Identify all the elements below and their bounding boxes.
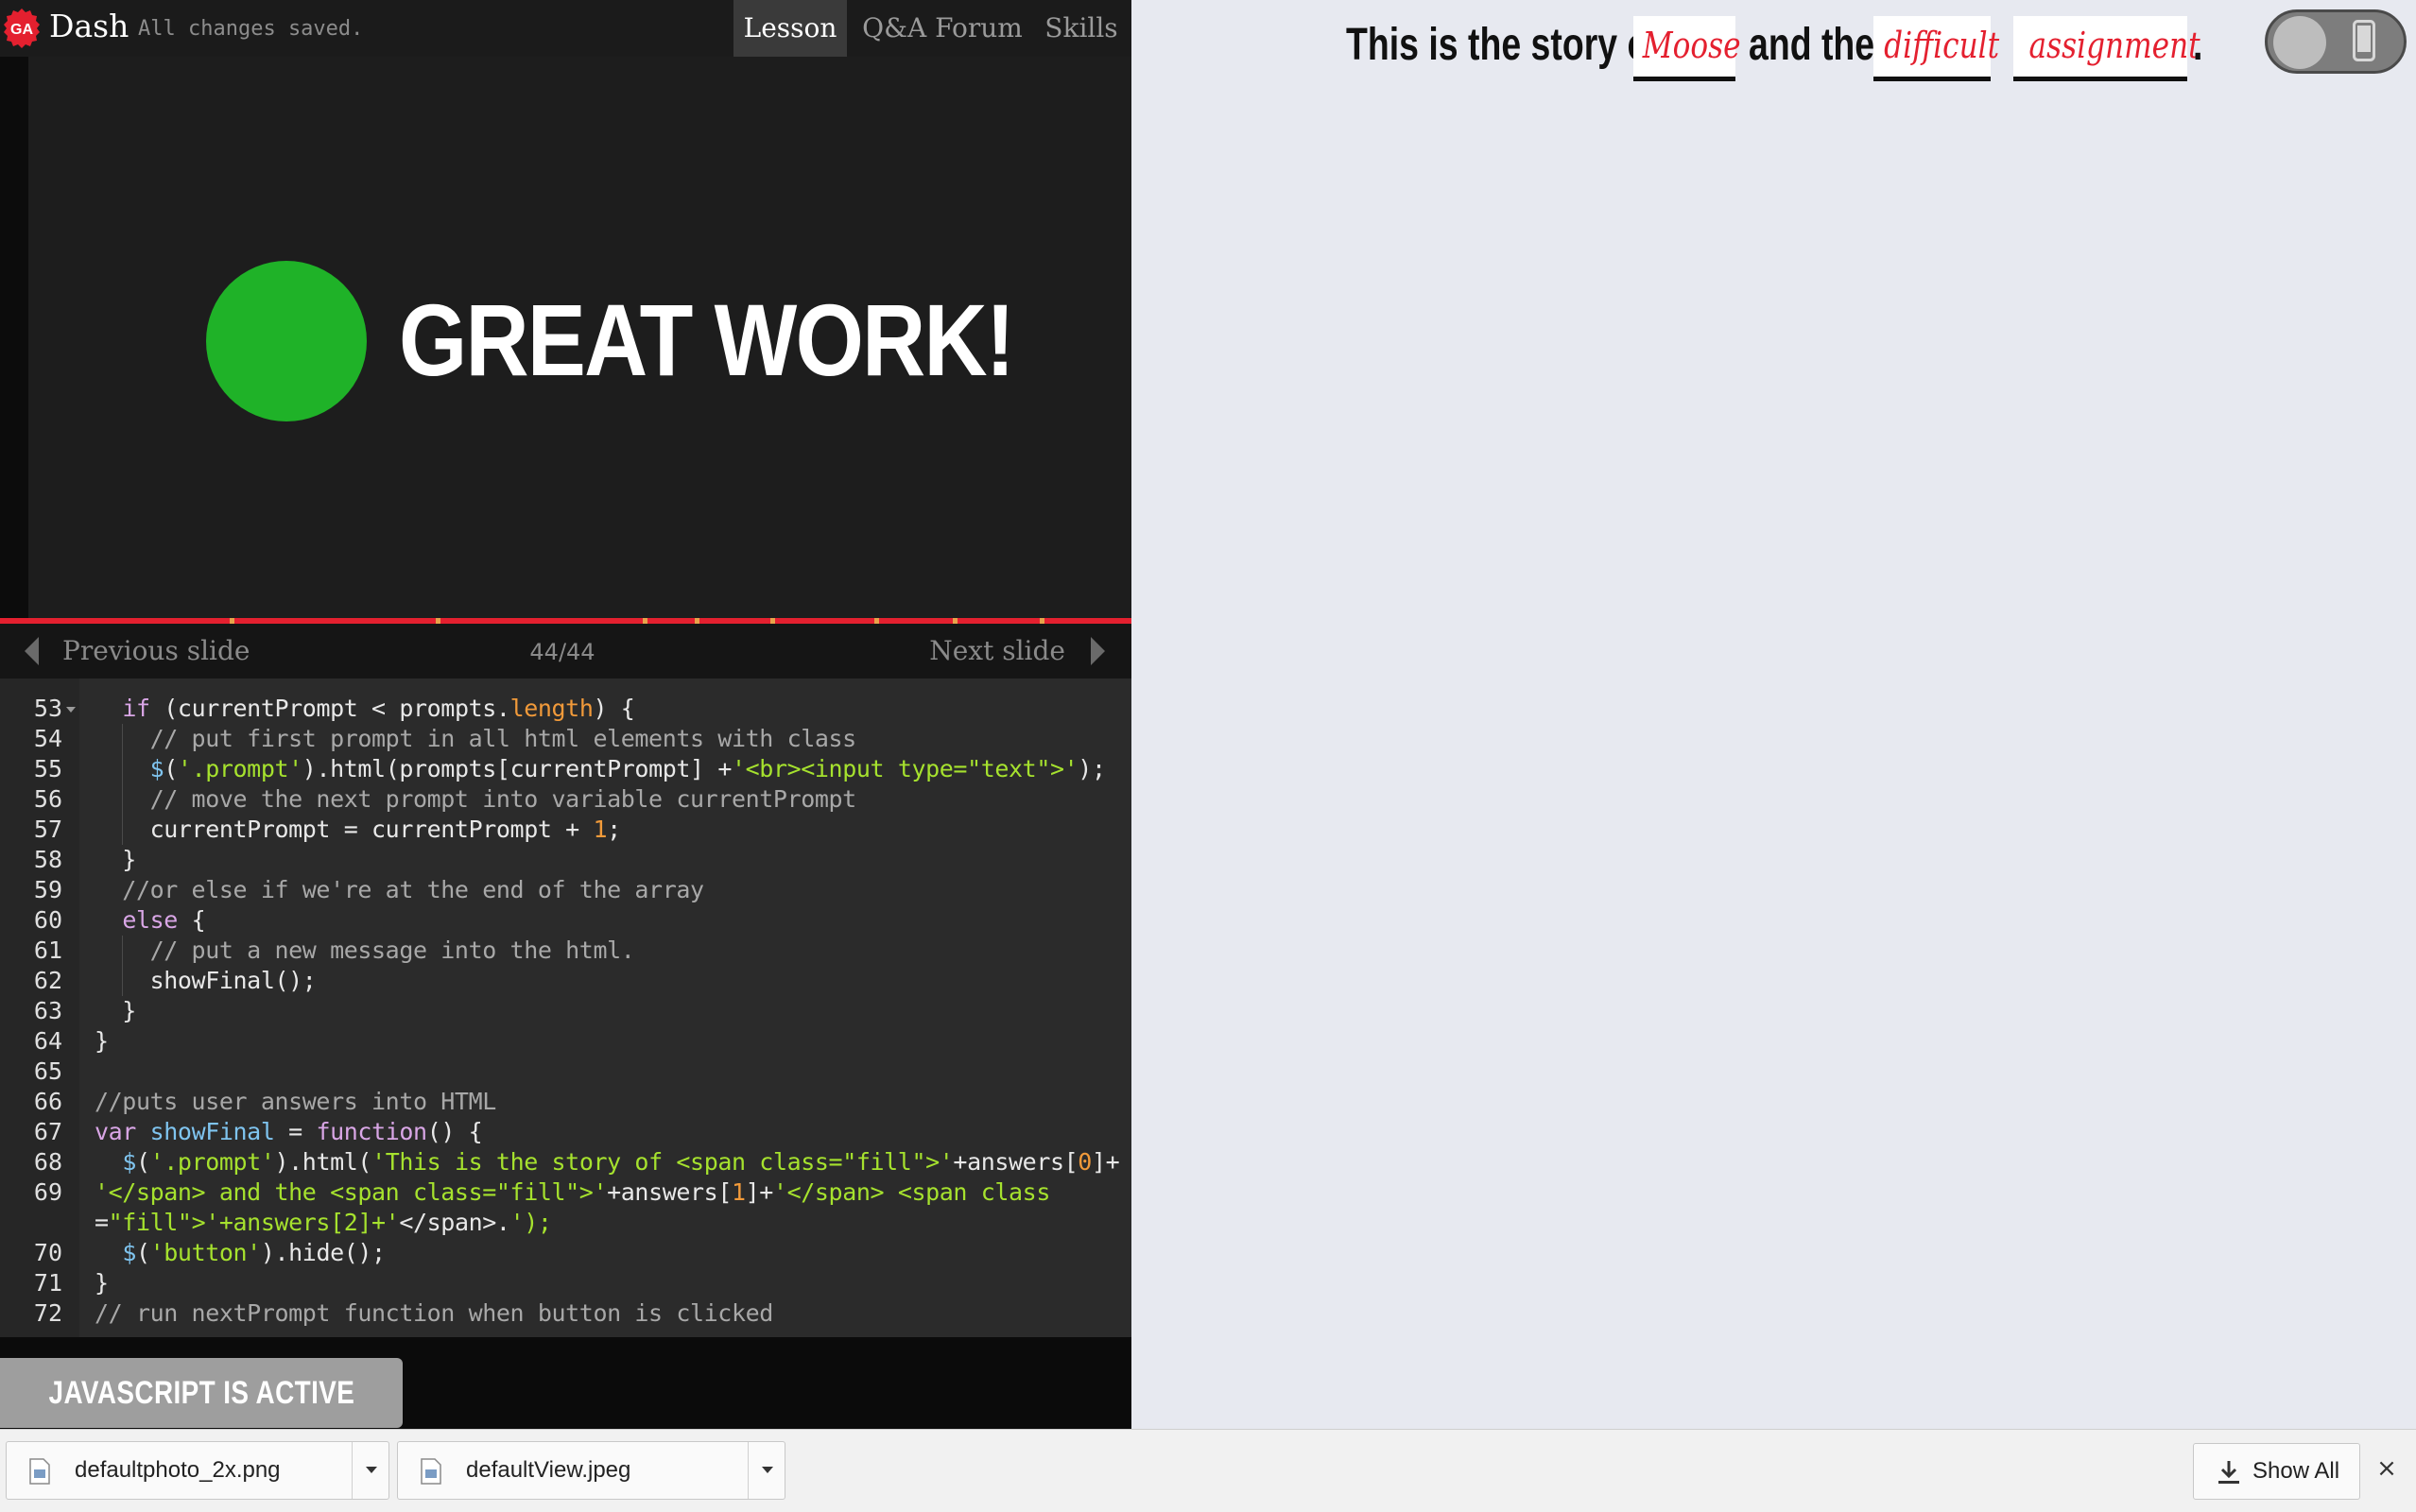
- separator: [748, 1442, 749, 1499]
- line-number: 71: [33, 1269, 62, 1297]
- indent-guide: [122, 724, 123, 845]
- fold-arrow-icon[interactable]: [66, 707, 76, 713]
- file-icon: [421, 1458, 441, 1485]
- code-line[interactable]: }: [95, 1268, 109, 1298]
- download-icon: [2218, 1461, 2239, 1484]
- line-number: 72: [33, 1299, 62, 1327]
- code-line[interactable]: $('.prompt').html(prompts[currentPrompt]…: [95, 754, 1106, 784]
- download-filename: defaultphoto_2x.png: [75, 1457, 281, 1483]
- code-line[interactable]: //or else if we're at the end of the arr…: [95, 875, 704, 905]
- mobile-view-toggle[interactable]: [2265, 9, 2407, 74]
- prev-arrow-icon[interactable]: [25, 637, 39, 665]
- toggle-knob: [2273, 16, 2326, 69]
- story-fill: Moose: [1633, 16, 1741, 81]
- line-number: 55: [33, 755, 62, 782]
- line-number: 56: [33, 785, 62, 813]
- close-icon[interactable]: ×: [2373, 1454, 2401, 1483]
- show-all-button[interactable]: Show All: [2193, 1443, 2360, 1500]
- download-item[interactable]: defaultphoto_2x.png: [6, 1441, 389, 1500]
- code-line[interactable]: showFinal();: [95, 966, 317, 996]
- code-line[interactable]: $('.prompt').html('This is the story of …: [95, 1147, 1119, 1177]
- chevron-down-icon[interactable]: [762, 1467, 773, 1473]
- line-number: 53: [33, 695, 62, 722]
- javascript-active-label: JAVASCRIPT IS ACTIVE: [48, 1375, 354, 1411]
- code-line[interactable]: // put first prompt in all html elements…: [95, 724, 857, 754]
- code-line[interactable]: // put a new message into the html.: [95, 936, 635, 966]
- line-number: 58: [33, 846, 62, 873]
- slide-headline: GREAT WORK!: [399, 283, 1015, 397]
- javascript-active-button[interactable]: JAVASCRIPT IS ACTIVE: [0, 1358, 403, 1428]
- line-number: 54: [33, 725, 62, 752]
- story-answer: difficult: [1884, 25, 2000, 66]
- code-line[interactable]: // run nextPrompt function when button i…: [95, 1298, 773, 1329]
- next-arrow-icon[interactable]: [1091, 637, 1105, 665]
- line-number: 60: [33, 906, 62, 934]
- story-answer: Moose: [1642, 25, 1741, 66]
- slide-counter: 44/44: [529, 639, 595, 665]
- line-number: 63: [33, 997, 62, 1024]
- story-fill: difficult: [1873, 16, 2000, 81]
- code-editor[interactable]: 53 54 55 56 57 58 59 60 61 62 63 64 65 66 67 68 69 70 71 72…: [0, 679, 1131, 1337]
- line-number: 69: [33, 1178, 62, 1206]
- line-number: 66: [33, 1088, 62, 1115]
- slide-navigation: Previous slide 44/44 Next slide: [0, 624, 1131, 679]
- lesson-panel: GA Dash All changes saved. Lesson Q&A Fo…: [0, 0, 1131, 1429]
- save-status: All changes saved.: [138, 17, 364, 41]
- line-number: 57: [33, 816, 62, 843]
- code-line[interactable]: ="fill">'+answers[2]+'</span>.');: [95, 1208, 552, 1238]
- line-number: 68: [33, 1148, 62, 1176]
- code-line[interactable]: //puts user answers into HTML: [95, 1087, 496, 1117]
- app-name: Dash: [49, 8, 129, 44]
- line-number: 61: [33, 936, 62, 964]
- line-number: 59: [33, 876, 62, 903]
- line-number: 62: [33, 967, 62, 994]
- code-line[interactable]: }: [95, 1026, 109, 1057]
- show-all-label: Show All: [2252, 1458, 2340, 1484]
- tab-skills[interactable]: Skills: [1038, 0, 1125, 57]
- slide-viewer: GREAT WORK!: [28, 57, 1131, 618]
- tab-qa-forum[interactable]: Q&A Forum: [856, 0, 1028, 57]
- code-line[interactable]: var showFinal = function() {: [95, 1117, 483, 1147]
- download-bar: defaultphoto_2x.png defaultView.jpeg Sho…: [0, 1429, 2416, 1512]
- story-text: and the: [1749, 20, 1875, 70]
- line-number: 67: [33, 1118, 62, 1145]
- code-line[interactable]: currentPrompt = currentPrompt + 1;: [95, 815, 622, 845]
- code-line[interactable]: }: [95, 845, 136, 875]
- previous-slide-button[interactable]: Previous slide: [62, 633, 250, 669]
- code-line[interactable]: '</span> and the <span class="fill">'+an…: [95, 1177, 1050, 1208]
- code-line[interactable]: $('button').hide();: [95, 1238, 386, 1268]
- phone-icon: [2353, 20, 2375, 61]
- line-number: 64: [33, 1027, 62, 1055]
- next-slide-button[interactable]: Next slide: [929, 633, 1065, 669]
- code-line[interactable]: }: [95, 996, 136, 1026]
- chevron-down-icon[interactable]: [366, 1467, 377, 1473]
- separator: [352, 1442, 353, 1499]
- success-circle-icon: [206, 261, 367, 421]
- line-number: 70: [33, 1239, 62, 1266]
- story-fill: assignment: [2013, 16, 2200, 81]
- story-period: .: [2193, 20, 2203, 70]
- indent-guide: [122, 936, 123, 996]
- code-line[interactable]: if (currentPrompt < prompts.length) {: [95, 694, 635, 724]
- story-answer: assignment: [2028, 25, 2200, 66]
- download-item[interactable]: defaultView.jpeg: [397, 1441, 785, 1500]
- line-number-gutter: 53 54 55 56 57 58 59 60 61 62 63 64 65 66 67 68 69 70 71 72: [0, 679, 79, 1337]
- story-text: This is the story of: [1346, 20, 1661, 70]
- line-number: 65: [33, 1057, 62, 1085]
- download-filename: defaultView.jpeg: [466, 1457, 631, 1483]
- code-line[interactable]: // move the next prompt into variable cu…: [95, 784, 857, 815]
- file-icon: [29, 1458, 50, 1485]
- code-line[interactable]: else {: [95, 905, 205, 936]
- top-bar: GA Dash All changes saved. Lesson Q&A Fo…: [0, 0, 1131, 57]
- svg-text:GA: GA: [10, 22, 33, 38]
- ga-logo-icon: GA: [4, 9, 40, 48]
- tab-lesson[interactable]: Lesson: [733, 0, 847, 57]
